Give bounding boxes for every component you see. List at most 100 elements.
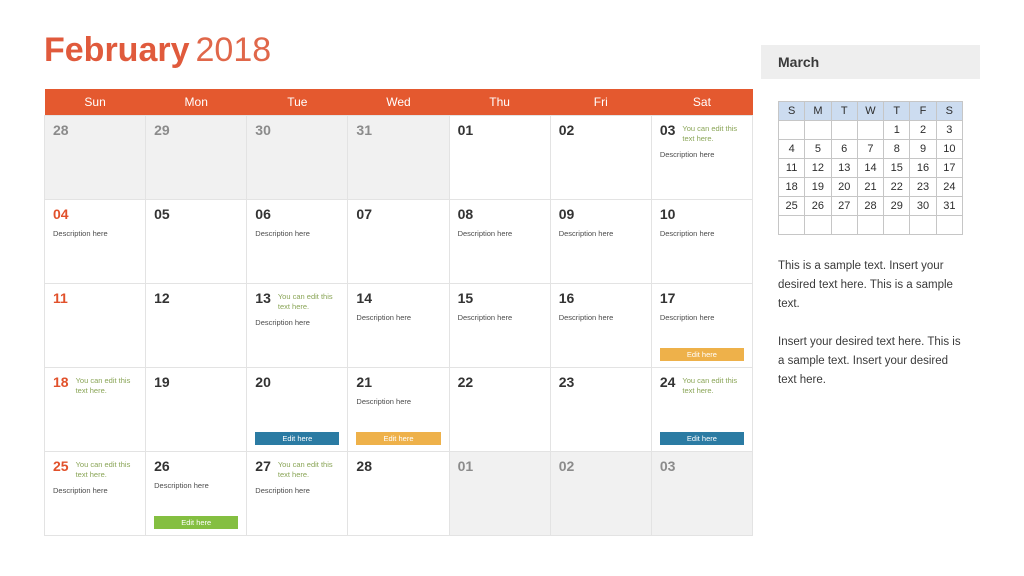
edit-here-button[interactable]: Edit here [356,432,441,445]
mini-day-cell-2[interactable]: 2 [909,120,937,140]
day-cell-11[interactable]: 11 [43,283,147,368]
mini-day-cell-26[interactable]: 26 [804,196,832,216]
mini-day-cell-13[interactable]: 13 [830,158,858,178]
day-cell-17[interactable]: 17 Description here Edit here [650,283,754,368]
mini-weekday-header: M [804,101,832,121]
mini-day-cell-5[interactable]: 5 [804,139,832,159]
edit-here-button[interactable]: Edit here [255,432,340,445]
day-edit-note[interactable]: You can edit this text here. [76,375,138,395]
mini-day-cell-16[interactable]: 16 [909,158,937,178]
day-description[interactable]: Description here [458,313,542,323]
day-edit-note[interactable]: You can edit this text here. [682,375,744,395]
mini-day-cell-18[interactable]: 18 [777,177,806,197]
day-cell-13[interactable]: 13 You can edit this text here. Descriptio… [246,283,349,368]
mini-day-cell-30[interactable]: 30 [909,196,937,216]
mini-day-cell-10[interactable]: 10 [935,139,964,159]
calendar-week-row: 18 You can edit this text here. 19 20 Edit h… [43,367,754,452]
edit-here-button[interactable]: Edit here [659,432,744,445]
day-cell-24[interactable]: 24 You can edit this text here. Edit here [650,367,754,452]
day-cell-19[interactable]: 19 [145,367,248,452]
day-cell-31[interactable]: 31 [347,115,450,200]
day-edit-note[interactable]: You can edit this text here. [682,123,744,143]
day-edit-note[interactable]: You can edit this text here. [278,291,340,311]
day-cell-08[interactable]: 08 Description here [448,199,551,284]
day-description[interactable]: Description here [660,313,744,323]
day-cell-04[interactable]: 04 Description here [43,199,147,284]
mini-day-cell-24[interactable]: 24 [935,177,964,197]
day-cell-14[interactable]: 14 Description here [347,283,450,368]
day-cell-15[interactable]: 15 Description here [448,283,551,368]
mini-day-cell-23[interactable]: 23 [909,177,937,197]
day-description[interactable]: Description here [660,229,744,239]
mini-day-cell-1[interactable]: 1 [883,120,911,140]
mini-day-cell-15[interactable]: 15 [883,158,911,178]
mini-calendar: SMTWTFS 1 2 3 4 5 6 7 8 9 10 11 12 13 14 15 16 17 18 19 20 2… [777,101,964,235]
mini-day-cell-29[interactable]: 29 [883,196,911,216]
sidebar-text: This is a sample text. Insert your desir… [778,257,963,390]
day-cell-23[interactable]: 23 [549,367,652,452]
mini-day-cell-4[interactable]: 4 [777,139,806,159]
day-cell-28[interactable]: 28 [43,115,147,200]
day-description[interactable]: Description here [356,313,440,323]
day-cell-content: 15 Description here [450,284,550,367]
edit-here-button[interactable]: Edit here [154,516,239,529]
day-description[interactable]: Description here [255,229,339,239]
day-cell-25[interactable]: 25 You can edit this text here. Descriptio… [43,451,147,536]
day-cell-20[interactable]: 20 Edit here [246,367,349,452]
day-cell-01[interactable]: 01 [448,115,551,200]
mini-day-cell-12[interactable]: 12 [804,158,832,178]
day-cell-29[interactable]: 29 [145,115,248,200]
mini-day-cell-3[interactable]: 3 [935,120,964,140]
mini-day-cell-17[interactable]: 17 [935,158,964,178]
mini-day-cell-31[interactable]: 31 [935,196,964,216]
day-cell-27[interactable]: 27 You can edit this text here. Descriptio… [246,451,349,536]
mini-day-cell-8[interactable]: 8 [883,139,911,159]
day-description[interactable]: Description here [53,486,137,496]
day-cell-07[interactable]: 07 [347,199,450,284]
day-edit-note[interactable]: You can edit this text here. [278,459,340,479]
mini-day-cell-20[interactable]: 20 [830,177,858,197]
day-cell-26[interactable]: 26 Description here Edit here [145,451,248,536]
day-cell-02[interactable]: 02 [549,451,652,536]
day-description[interactable]: Description here [559,313,643,323]
mini-day-cell-7[interactable]: 7 [856,139,885,159]
day-description[interactable]: Description here [53,229,137,239]
day-cell-10[interactable]: 10 Description here [650,199,754,284]
day-cell-05[interactable]: 05 [145,199,248,284]
day-description[interactable]: Description here [356,397,440,407]
day-cell-30[interactable]: 30 [246,115,349,200]
day-cell-content: 11 [45,284,145,367]
day-cell-21[interactable]: 21 Description here Edit here [347,367,450,452]
day-description[interactable]: Description here [255,486,339,496]
day-edit-note[interactable]: You can edit this text here. [76,459,138,479]
day-cell-16[interactable]: 16 Description here [549,283,652,368]
day-cell-03[interactable]: 03 [650,451,754,536]
edit-here-button[interactable]: Edit here [659,348,744,361]
day-description[interactable]: Description here [458,229,542,239]
day-cell-06[interactable]: 06 Description here [246,199,349,284]
day-cell-28[interactable]: 28 [347,451,450,536]
mini-day-cell-28[interactable]: 28 [856,196,885,216]
day-cell-22[interactable]: 22 [448,367,551,452]
mini-day-cell-14[interactable]: 14 [856,158,885,178]
mini-day-cell-25[interactable]: 25 [777,196,806,216]
day-cell-02[interactable]: 02 [549,115,652,200]
day-description[interactable]: Description here [255,318,339,328]
mini-weekday-header: W [856,101,885,121]
mini-day-cell-21[interactable]: 21 [856,177,885,197]
mini-day-cell-9[interactable]: 9 [909,139,937,159]
mini-day-cell-27[interactable]: 27 [830,196,858,216]
day-cell-01[interactable]: 01 [448,451,551,536]
mini-day-cell-11[interactable]: 11 [777,158,806,178]
day-description[interactable]: Description here [559,229,643,239]
day-cell-03[interactable]: 03 You can edit this text here. Descriptio… [650,115,754,200]
day-cell-12[interactable]: 12 [145,283,248,368]
day-cell-09[interactable]: 09 Description here [549,199,652,284]
day-description[interactable]: Description here [154,481,238,491]
mini-day-cell-22[interactable]: 22 [883,177,911,197]
day-cell-18[interactable]: 18 You can edit this text here. [43,367,147,452]
mini-day-cell-6[interactable]: 6 [830,139,858,159]
mini-day-cell-19[interactable]: 19 [804,177,832,197]
day-number: 24 [659,374,676,390]
day-description[interactable]: Description here [660,150,744,160]
